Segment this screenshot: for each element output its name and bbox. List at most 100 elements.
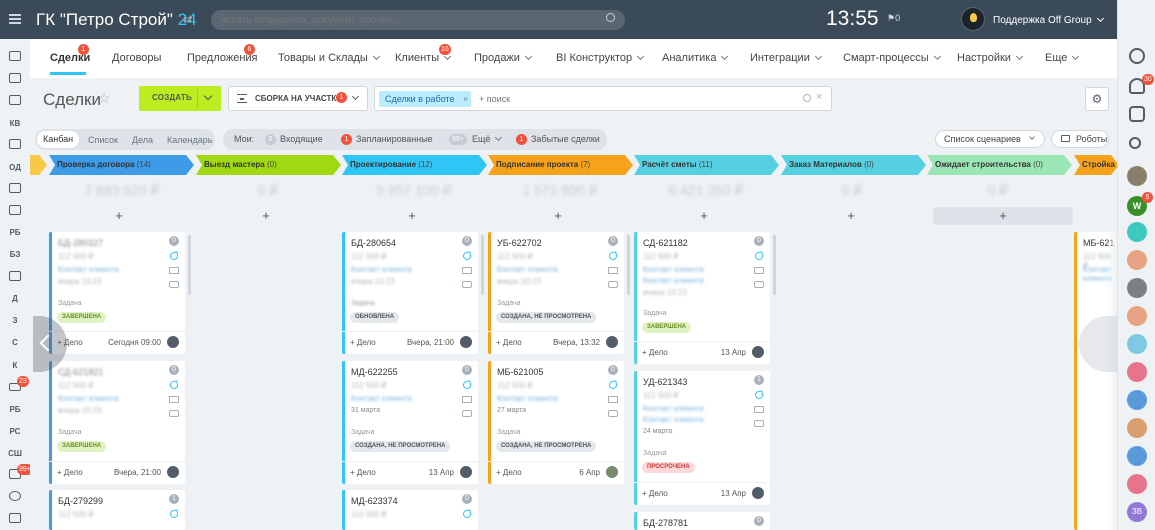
avatar[interactable] [606, 336, 618, 348]
sidebar-icon-start[interactable] [9, 51, 21, 61]
tab-list[interactable]: Список [88, 135, 118, 145]
avatar[interactable] [1127, 278, 1147, 298]
chevron-down-icon[interactable] [1029, 134, 1035, 140]
deal-card[interactable]: УБ-622702 0 112 500 ₽ Контакт клиента вч… [488, 232, 624, 354]
close-icon[interactable]: × [816, 91, 822, 103]
column-scrollbar[interactable] [481, 235, 484, 295]
tab-integrations[interactable]: Интеграции [750, 52, 822, 64]
global-search[interactable] [211, 10, 625, 30]
truck-icon[interactable] [9, 183, 21, 193]
more-filter[interactable]: Ещё [472, 133, 503, 144]
box-icon[interactable] [9, 95, 21, 105]
deal-title[interactable]: УД-621343 [643, 377, 687, 387]
tab-kanban[interactable]: Канбан [37, 131, 80, 148]
deal-card[interactable]: БД-279299 1 112 500 ₽ [49, 490, 185, 530]
deal-title[interactable]: СД-621182 [643, 238, 688, 248]
add-deal-button[interactable]: + [488, 207, 628, 225]
add-deal-button[interactable]: + [933, 207, 1073, 225]
column-scrollbar[interactable] [188, 235, 191, 295]
portal-title[interactable]: ГК "Петро Строй" 24 [36, 10, 197, 30]
add-activity-button[interactable]: + Дело [496, 338, 522, 347]
add-activity-button[interactable]: + Дело [642, 348, 668, 357]
avatar[interactable] [1127, 362, 1147, 382]
deal-title[interactable]: БД-279299 [58, 496, 103, 506]
chat-icon[interactable] [1129, 106, 1145, 122]
sidebar-item-rb[interactable]: РБ [0, 228, 30, 237]
mail-icon[interactable] [754, 406, 764, 413]
tab-activities[interactable]: Дела [132, 135, 153, 145]
phone-icon[interactable] [754, 251, 764, 261]
sidebar-item-rb2[interactable]: РБ [0, 405, 30, 414]
stage-header[interactable]: Ожидает строительства (0) [927, 155, 1072, 175]
deal-card[interactable]: БД-278781 0 [634, 512, 770, 530]
search-icon[interactable] [803, 94, 811, 102]
deal-title[interactable]: МД-623374 [351, 496, 398, 506]
add-deal-button[interactable]: + [196, 207, 336, 225]
stage-header[interactable]: Подписание проекта (7) [488, 155, 633, 175]
deal-title[interactable]: СД-621821 [58, 367, 103, 377]
stage-header[interactable]: Проверка договора (14) [49, 155, 194, 175]
tab-goods[interactable]: Товары и Склады [278, 52, 380, 64]
people-icon[interactable] [9, 271, 21, 281]
add-deal-button[interactable]: + [781, 207, 921, 225]
star-icon[interactable]: ☆ [98, 90, 111, 107]
add-activity-button[interactable]: + Дело [57, 468, 83, 477]
mail-icon[interactable] [754, 267, 764, 274]
add-activity-button[interactable]: + Дело [350, 338, 376, 347]
column-scrollbar[interactable] [627, 235, 630, 295]
phone-icon[interactable] [462, 509, 472, 519]
column-scrollbar[interactable] [773, 235, 776, 295]
deal-card[interactable]: СД-621821 0 112 500 ₽ Контакт клиента вч… [49, 361, 185, 484]
chat-icon[interactable] [462, 281, 472, 288]
avatar[interactable] [606, 466, 618, 478]
add-deal-button[interactable]: + [49, 207, 189, 225]
sidebar-item-rs[interactable]: РС [0, 427, 30, 436]
chat-icon[interactable] [608, 281, 618, 288]
bitrix-icon[interactable] [1129, 48, 1145, 64]
filter-search[interactable]: Сделки в работе× × [374, 86, 832, 111]
sidebar-item-od[interactable]: ОД [0, 163, 30, 172]
tab-more[interactable]: Еще [1045, 52, 1080, 64]
forgotten-filter[interactable]: Забытые сделки [531, 134, 600, 144]
chevron-down-icon[interactable] [203, 91, 213, 101]
target-icon[interactable] [9, 491, 21, 501]
avatar[interactable] [1127, 418, 1147, 438]
flag-counter[interactable]: ⚑0 [887, 13, 900, 24]
close-icon[interactable]: × [463, 91, 468, 107]
stage-header[interactable]: Проектирование (12) [342, 155, 487, 175]
deal-card[interactable]: СД-621182 0 112 500 ₽ Контакт клиента Ко… [634, 232, 770, 364]
global-search-input[interactable] [221, 14, 591, 26]
tab-calendar[interactable]: Календарь [167, 135, 212, 145]
chevron-down-icon[interactable] [351, 92, 360, 101]
phone-icon[interactable] [1127, 222, 1147, 242]
avatar[interactable] [1127, 474, 1147, 494]
create-button[interactable]: СОЗДАТЬ [139, 86, 221, 111]
sidebar-item-s[interactable]: С [0, 338, 30, 347]
scenarios-button[interactable]: Список сценариев [935, 130, 1045, 148]
avatar[interactable] [167, 466, 179, 478]
pipeline-selector[interactable]: СБОРКА НА УЧАСТКЕ 1 [228, 86, 368, 111]
avatar[interactable] [1127, 446, 1147, 466]
user-menu[interactable]: Поддержка Off Group [993, 14, 1104, 26]
swap-icon[interactable]: ⇄ [183, 13, 192, 26]
search-icon[interactable] [606, 13, 615, 22]
tab-smart-processes[interactable]: Смарт-процессы [843, 52, 941, 64]
deal-title[interactable]: МБ-621005 [497, 367, 543, 377]
phone-icon[interactable] [608, 380, 618, 390]
avatar[interactable] [1127, 166, 1147, 186]
tab-bi[interactable]: BI Конструктор [556, 52, 645, 64]
phone-icon[interactable] [462, 380, 472, 390]
deal-card[interactable]: УД-621343 1 112 500 ₽ Контакт клиента Ко… [634, 371, 770, 505]
deal-card[interactable]: МД-623374 0 112 500 ₽ [342, 490, 478, 530]
add-activity-button[interactable]: + Дело [350, 468, 376, 477]
avatar[interactable]: ЗВ [1127, 502, 1147, 522]
sidebar-item-d[interactable]: Д [0, 294, 30, 303]
folder-icon[interactable] [9, 139, 21, 149]
phone-icon[interactable] [608, 251, 618, 261]
sidebar-item-kv[interactable]: КВ [0, 119, 30, 128]
chat-icon[interactable] [169, 281, 179, 288]
deal-card[interactable]: БД-280327 0 112 500 ₽ Контакт клиента вч… [49, 232, 185, 354]
mail-icon[interactable] [169, 396, 179, 403]
phone-icon[interactable] [169, 251, 179, 261]
mail-icon[interactable] [9, 205, 21, 215]
